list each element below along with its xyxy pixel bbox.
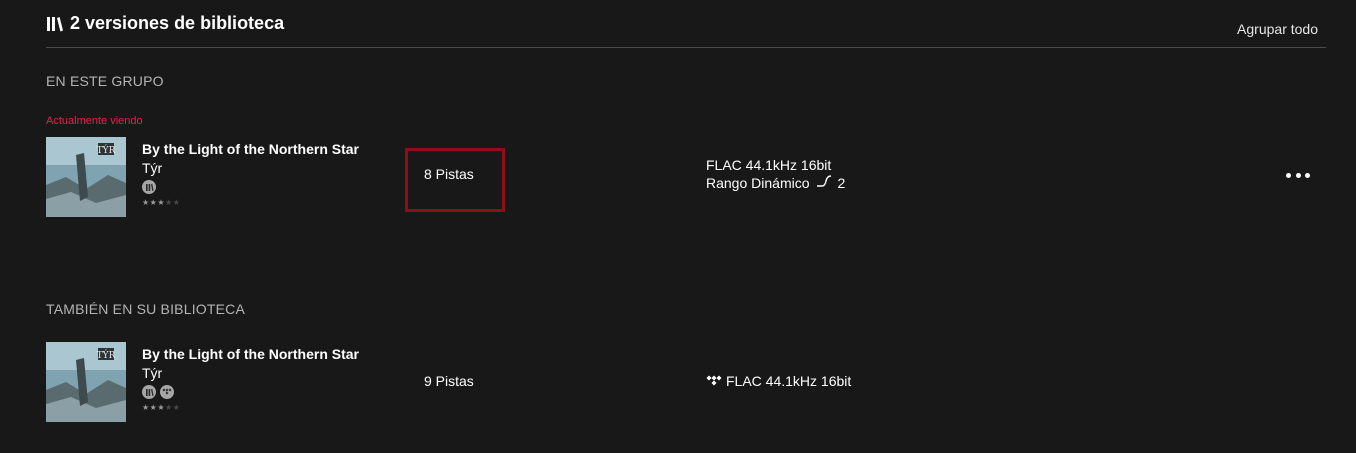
version-row-current[interactable]: TÝR By the Light of the Northern Star Tý… xyxy=(46,137,1326,217)
library-icon xyxy=(46,15,64,33)
format-info: FLAC 44.1kHz 16bit Rango Dinámico 2 xyxy=(706,157,845,191)
dynamic-range-value: 2 xyxy=(837,174,846,191)
library-versions-panel: 2 versiones de biblioteca Agrupar todo E… xyxy=(0,0,1356,453)
album-title[interactable]: By the Light of the Northern Star xyxy=(142,346,359,362)
dynamic-range: Rango Dinámico 2 xyxy=(706,174,845,191)
versions-header: 2 versiones de biblioteca Agrupar todo xyxy=(46,12,1326,48)
star-icon: ★★★ xyxy=(142,403,166,412)
source-badges xyxy=(142,385,174,399)
album-cover[interactable]: TÝR xyxy=(46,342,126,422)
more-dot xyxy=(1286,172,1291,178)
star-empty-icon: ★★ xyxy=(165,198,181,207)
track-count: 9 Pistas xyxy=(424,373,474,389)
version-row-other[interactable]: TÝR By the Light of the Northern Star Tý… xyxy=(46,342,1326,422)
format-label: FLAC 44.1kHz 16bit xyxy=(706,157,832,173)
star-icon: ★★★ xyxy=(142,198,166,207)
currently-viewing-label: Actualmente viendo xyxy=(46,115,143,127)
tidal-badge-icon xyxy=(160,385,174,399)
format-info: FLAC 44.1kHz 16bit xyxy=(706,373,851,389)
source-badges xyxy=(142,180,156,194)
group-all-button[interactable]: Agrupar todo xyxy=(1237,21,1318,37)
svg-text:TÝR: TÝR xyxy=(97,349,116,361)
rating-stars[interactable]: ★★★★★ xyxy=(142,198,180,207)
format-label: FLAC 44.1kHz 16bit xyxy=(726,373,852,389)
more-dot xyxy=(1295,172,1301,178)
more-options-button[interactable] xyxy=(1286,171,1310,179)
more-dot xyxy=(1305,172,1310,178)
album-cover[interactable]: TÝR xyxy=(46,137,126,217)
dynamic-range-icon xyxy=(816,174,832,191)
library-badge-icon xyxy=(142,385,156,399)
star-empty-icon: ★★ xyxy=(165,403,181,412)
section-title-in-group: EN ESTE GRUPO xyxy=(46,73,164,89)
artist-name[interactable]: Týr xyxy=(142,365,162,381)
svg-text:TÝR: TÝR xyxy=(97,144,116,156)
rating-stars[interactable]: ★★★★★ xyxy=(142,403,180,412)
track-count: 8 Pistas xyxy=(424,166,474,182)
section-title-also-in-library: TAMBIÉN EN SU BIBLIOTECA xyxy=(46,301,246,317)
tidal-icon xyxy=(706,373,722,389)
page-title: 2 versiones de biblioteca xyxy=(70,13,285,33)
library-badge-icon xyxy=(142,180,156,194)
album-title[interactable]: By the Light of the Northern Star xyxy=(142,141,359,157)
artist-name[interactable]: Týr xyxy=(142,160,162,176)
dynamic-range-label: Rango Dinámico xyxy=(706,174,810,191)
